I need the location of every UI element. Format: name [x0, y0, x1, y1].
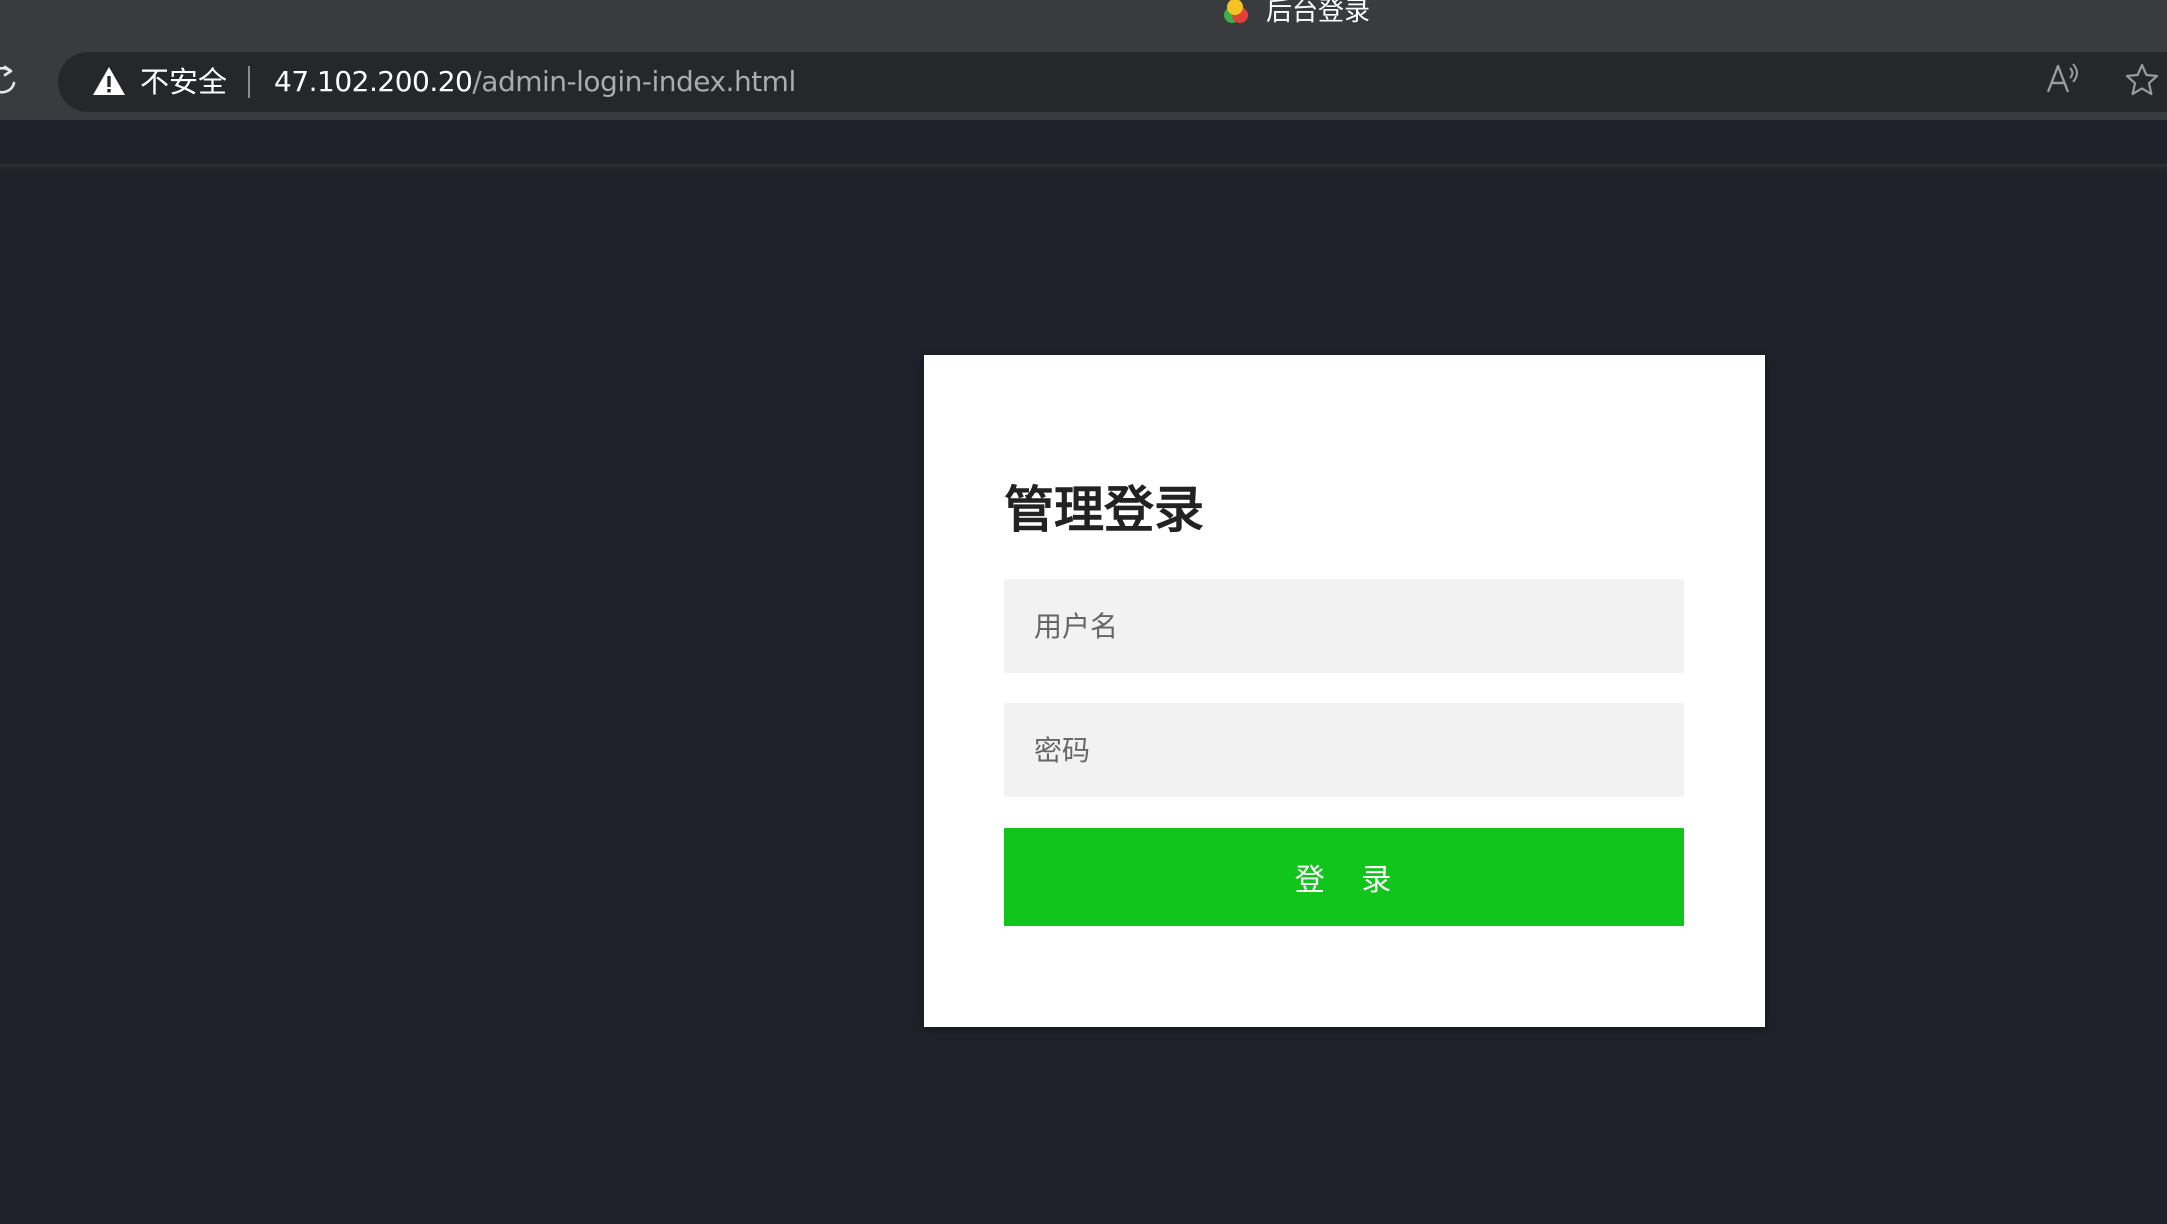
- username-input[interactable]: [1004, 579, 1684, 673]
- toolbar-shadow: [0, 164, 2167, 172]
- reload-icon[interactable]: [0, 63, 20, 103]
- address-divider: [248, 66, 250, 98]
- url-text[interactable]: 47.102.200.20/admin-login-index.html: [274, 62, 796, 102]
- login-card: 管理登录 登 录: [924, 355, 1765, 1027]
- browser-tab[interactable]: 后台登录: [1222, 0, 1370, 28]
- url-host: 47.102.200.20: [274, 65, 473, 98]
- url-path: /admin-login-index.html: [472, 65, 796, 98]
- security-status-label[interactable]: 不安全: [140, 62, 227, 102]
- warning-icon[interactable]: [92, 65, 126, 97]
- site-favicon-icon: [1222, 0, 1250, 26]
- read-aloud-icon[interactable]: [2044, 58, 2084, 98]
- password-input[interactable]: [1004, 703, 1684, 797]
- browser-titlebar: 后台登录: [0, 0, 2167, 52]
- login-title: 管理登录: [1004, 481, 1204, 539]
- address-bar[interactable]: 不安全 47.102.200.20/admin-login-index.html: [58, 52, 2167, 112]
- login-button[interactable]: 登 录: [1004, 828, 1684, 926]
- browser-toolbar: 不安全 47.102.200.20/admin-login-index.html: [0, 52, 2167, 172]
- star-icon[interactable]: [2124, 62, 2160, 98]
- tab-title: 后台登录: [1266, 0, 1371, 27]
